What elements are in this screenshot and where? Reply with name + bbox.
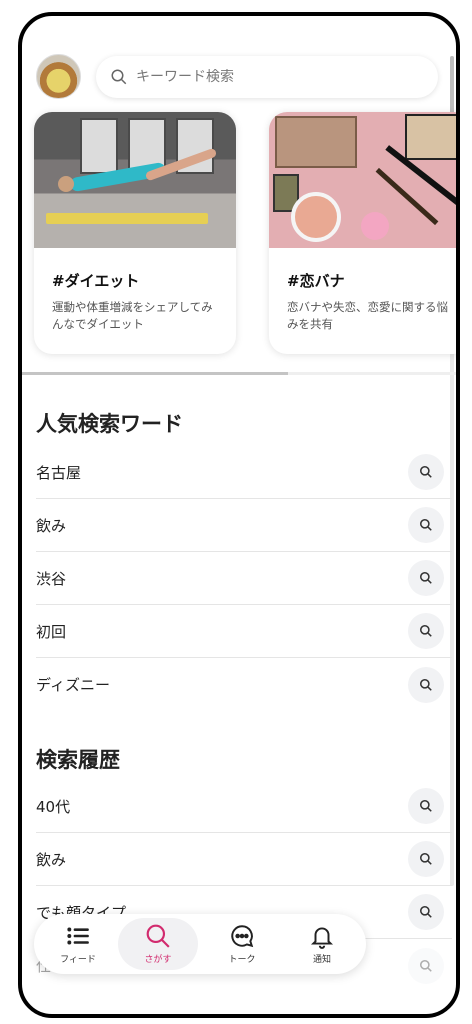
topic-card-diet[interactable]: #ダイエット 運動や体重増減をシェアしてみんなでダイエット: [34, 112, 236, 354]
eyeshadow-palette: [275, 116, 357, 168]
search-icon: [419, 465, 432, 478]
search-icon: [146, 924, 170, 948]
history-heading: 検索履歴: [36, 748, 120, 772]
carousel-scrollbar-thumb[interactable]: [22, 372, 288, 375]
card-description: 恋バナや失恋、恋愛に関する悩みを共有: [287, 300, 448, 331]
search-input[interactable]: [136, 69, 416, 85]
word-label: ディズニー: [36, 676, 110, 694]
search-word-button[interactable]: [408, 560, 444, 596]
search-icon: [419, 799, 432, 812]
flower: [361, 212, 389, 240]
eyeshadow-palette: [405, 114, 456, 160]
bell-icon: [310, 927, 334, 949]
search-word-button[interactable]: [408, 788, 444, 824]
word-label: 飲み: [36, 850, 67, 869]
blush-compact: [291, 192, 341, 242]
diet-image: [34, 112, 236, 248]
search-word-button[interactable]: [408, 507, 444, 543]
list-item[interactable]: 40代: [36, 780, 452, 833]
tab-label: フィード: [60, 955, 96, 965]
search-icon: [419, 959, 432, 972]
search-icon: [111, 69, 127, 85]
card-description: 運動や体重増減をシェアしてみんなでダイエット: [52, 300, 213, 331]
search-icon: [419, 852, 432, 865]
search-icon: [419, 905, 432, 918]
popular-word-list: 名古屋 飲み 渋谷 初回 ディズニー: [36, 446, 452, 711]
chat-bubble-icon: [231, 925, 254, 948]
search-icon: [419, 571, 432, 584]
card-title: #恋バナ: [287, 272, 345, 290]
list-item[interactable]: 飲み: [36, 499, 452, 552]
search-word-button[interactable]: [408, 613, 444, 649]
search-word-button[interactable]: [408, 841, 444, 877]
topic-carousel[interactable]: #ダイエット 運動や体重増減をシェアしてみんなでダイエット #恋バナ 恋バナや失…: [34, 112, 456, 356]
tab-label: さがす: [144, 955, 172, 965]
search-icon: [419, 518, 432, 531]
list-item[interactable]: 名古屋: [36, 446, 452, 499]
topic-card-love[interactable]: #恋バナ 恋バナや失恋、恋愛に関する悩みを共有: [269, 112, 456, 354]
search-screen: #ダイエット 運動や体重増減をシェアしてみんなでダイエット #恋バナ 恋バナや失…: [22, 16, 456, 1014]
word-label: 初回: [36, 622, 67, 641]
list-icon: [67, 927, 89, 945]
header: [36, 52, 440, 102]
word-label: 飲み: [36, 516, 67, 535]
bottom-tab-bar: フィード さがす トーク 通知: [34, 914, 366, 974]
yoga-mat: [46, 213, 208, 224]
search-word-button[interactable]: [408, 666, 444, 703]
search-icon: [419, 678, 432, 691]
tab-feed[interactable]: フィード: [38, 918, 118, 970]
phone-frame: #ダイエット 運動や体重増減をシェアしてみんなでダイエット #恋バナ 恋バナや失…: [18, 12, 460, 1018]
word-label: 渋谷: [36, 569, 67, 588]
tab-search[interactable]: さがす: [118, 918, 198, 970]
tab-label: 通知: [312, 955, 331, 965]
avatar[interactable]: [36, 54, 81, 99]
popular-heading: 人気検索ワード: [36, 412, 183, 436]
list-item[interactable]: 渋谷: [36, 552, 452, 605]
cosmetics-image: [269, 112, 456, 248]
list-item[interactable]: 初回: [36, 605, 452, 658]
search-bar[interactable]: [96, 56, 438, 98]
tab-talk[interactable]: トーク: [202, 918, 282, 970]
tab-label: トーク: [228, 955, 256, 965]
word-label: 40代: [36, 797, 71, 816]
card-title: #ダイエット: [52, 272, 140, 290]
word-label: 名古屋: [36, 463, 82, 482]
person-head: [58, 176, 74, 192]
search-word-button[interactable]: [408, 894, 444, 930]
list-item[interactable]: 飲み: [36, 833, 452, 886]
window-shape: [80, 118, 118, 174]
tab-notifications[interactable]: 通知: [282, 918, 362, 970]
search-word-button[interactable]: [408, 947, 444, 984]
search-word-button[interactable]: [408, 454, 444, 490]
search-icon: [419, 624, 432, 637]
list-item[interactable]: ディズニー: [36, 658, 452, 711]
